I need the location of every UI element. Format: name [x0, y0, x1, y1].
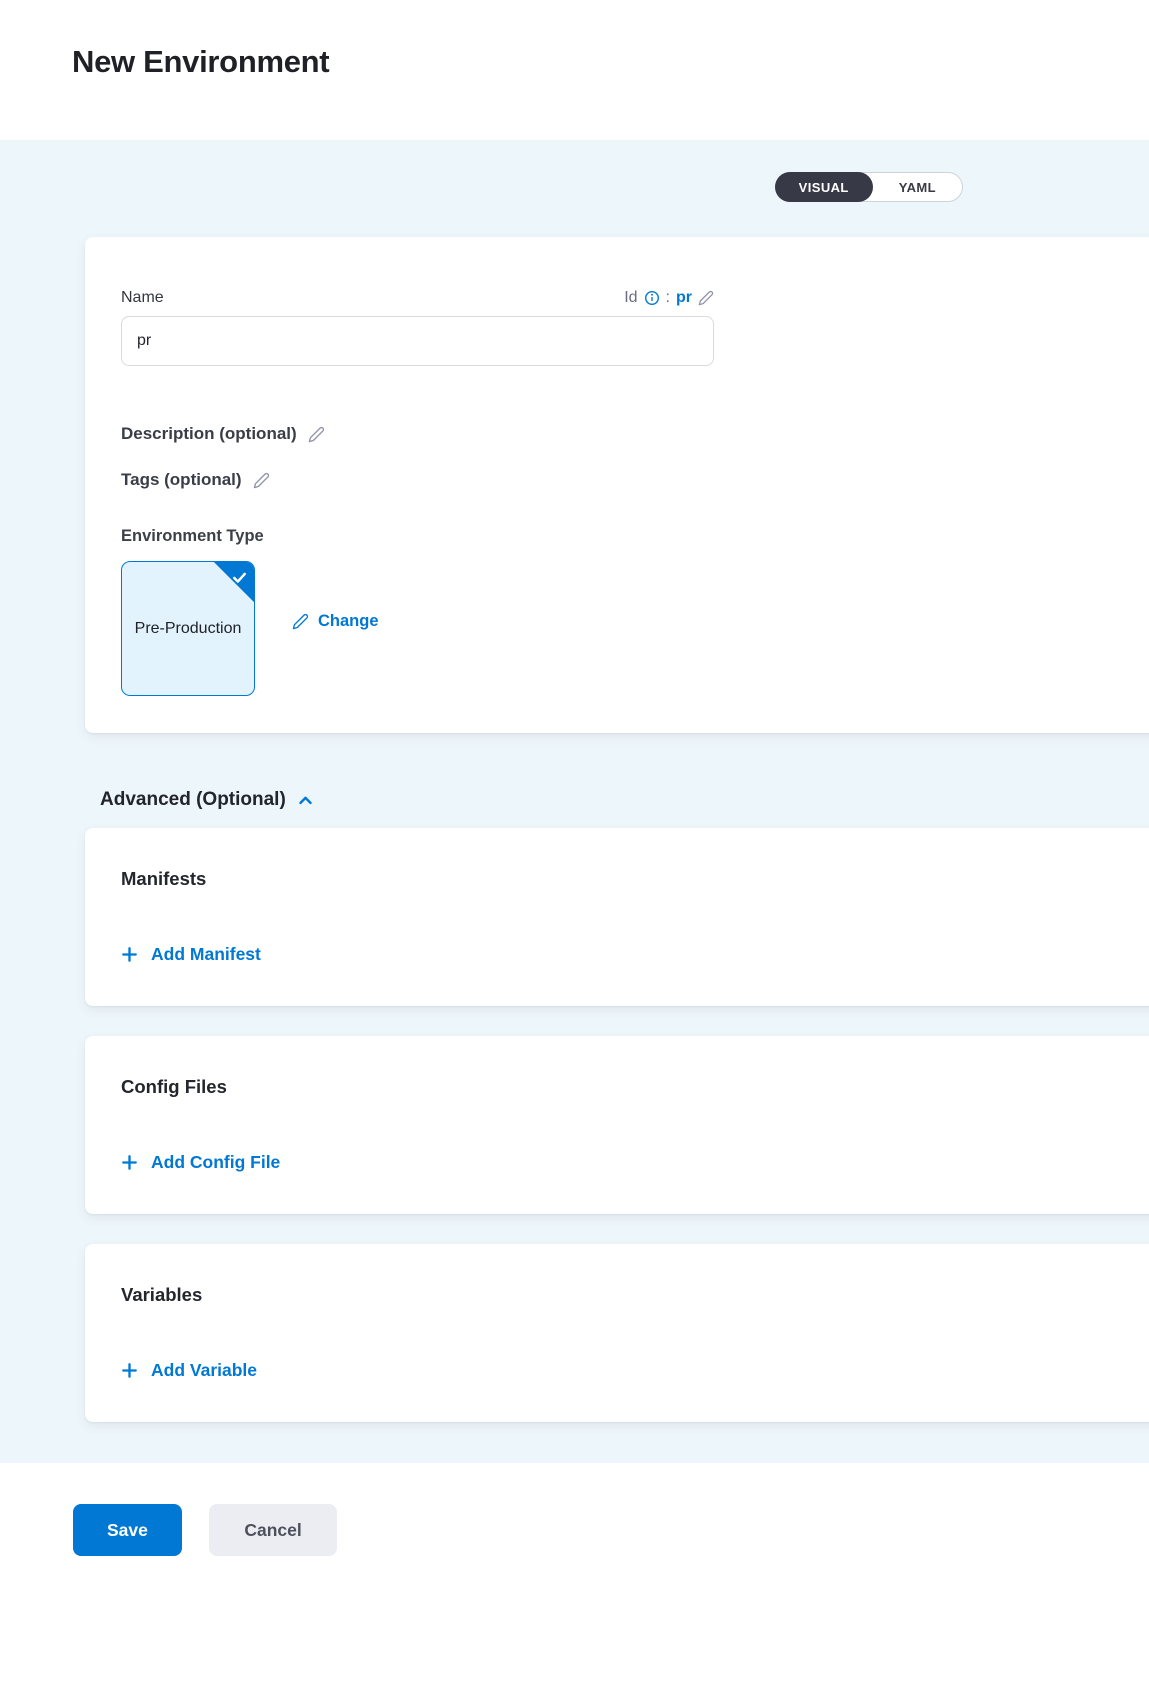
- toggle-yaml[interactable]: YAML: [873, 173, 962, 201]
- config-files-title: Config Files: [121, 1076, 1133, 1098]
- environment-type-label: Environment Type: [121, 527, 1133, 546]
- chevron-up-icon: [297, 792, 314, 809]
- add-config-file-label: Add Config File: [151, 1152, 280, 1173]
- plus-icon: [121, 1362, 138, 1379]
- cancel-button[interactable]: Cancel: [209, 1504, 336, 1556]
- pencil-icon: [292, 613, 309, 630]
- entity-id-row: Id : pr: [624, 289, 714, 307]
- form-footer: Save Cancel: [0, 1463, 1149, 1681]
- add-variable-label: Add Variable: [151, 1360, 257, 1381]
- form-region: VISUAL YAML Name Id : pr: [0, 140, 1149, 1463]
- change-label: Change: [318, 612, 379, 631]
- id-label: Id: [624, 289, 637, 307]
- add-manifest-label: Add Manifest: [151, 944, 261, 965]
- id-separator: :: [666, 289, 670, 307]
- id-value: pr: [676, 289, 692, 307]
- tags-label: Tags (optional): [121, 470, 242, 490]
- config-files-card: Config Files Add Config File: [85, 1036, 1149, 1214]
- edit-tags-icon[interactable]: [253, 472, 270, 489]
- variables-card: Variables Add Variable: [85, 1244, 1149, 1422]
- page-header: New Environment: [0, 0, 1149, 140]
- name-label: Name: [121, 289, 164, 307]
- tags-row: Tags (optional): [121, 470, 1133, 490]
- visual-yaml-toggle[interactable]: VISUAL YAML: [775, 172, 963, 202]
- env-type-tile-label: Pre-Production: [135, 617, 242, 640]
- environment-type-row: Pre-Production Change: [121, 561, 1133, 696]
- edit-id-icon[interactable]: [698, 290, 714, 306]
- manifests-card: Manifests Add Manifest: [85, 828, 1149, 1006]
- name-input[interactable]: [121, 316, 714, 366]
- name-label-row: Name Id : pr: [121, 289, 714, 307]
- advanced-label: Advanced (Optional): [100, 789, 286, 811]
- env-type-tile-pre-production[interactable]: Pre-Production: [121, 561, 255, 696]
- advanced-section-toggle[interactable]: Advanced (Optional): [100, 788, 1149, 812]
- description-row: Description (optional): [121, 424, 1133, 444]
- save-button[interactable]: Save: [73, 1504, 182, 1556]
- check-icon: [230, 568, 249, 587]
- manifests-title: Manifests: [121, 868, 1133, 890]
- plus-icon: [121, 1154, 138, 1171]
- description-label: Description (optional): [121, 424, 297, 444]
- view-toggle-row: VISUAL YAML: [0, 140, 1149, 202]
- toggle-visual[interactable]: VISUAL: [775, 172, 873, 202]
- plus-icon: [121, 946, 138, 963]
- edit-description-icon[interactable]: [308, 426, 325, 443]
- add-variable-button[interactable]: Add Variable: [121, 1358, 1133, 1382]
- environment-details-card: Name Id : pr Description (optional): [85, 237, 1149, 733]
- add-manifest-button[interactable]: Add Manifest: [121, 942, 1133, 966]
- info-icon[interactable]: [644, 290, 660, 306]
- variables-title: Variables: [121, 1284, 1133, 1306]
- add-config-file-button[interactable]: Add Config File: [121, 1150, 1133, 1174]
- change-env-type-link[interactable]: Change: [292, 612, 379, 631]
- page-title: New Environment: [72, 44, 1149, 80]
